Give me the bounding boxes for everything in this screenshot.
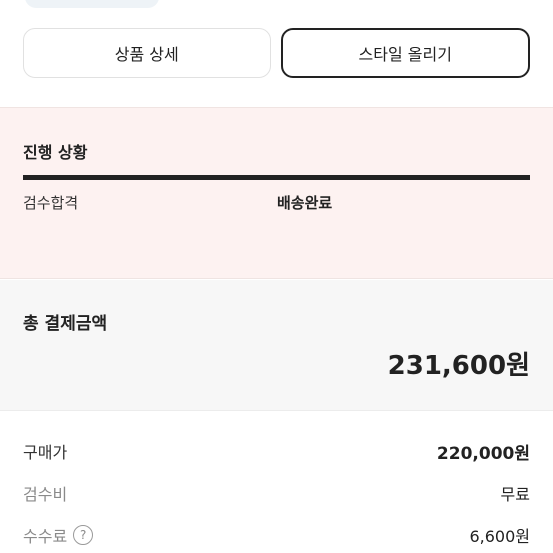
step-delivered: 배송완료	[277, 194, 333, 212]
step-inspection-passed: 검수합격	[23, 194, 79, 212]
purchase-price-row: 구매가 220,000원	[23, 439, 530, 464]
section-divider	[0, 410, 553, 411]
total-payment-value: 231,600원	[387, 351, 530, 381]
commission-value: 6,600원	[469, 527, 530, 546]
action-buttons: 상품 상세 스타일 올리기	[23, 28, 530, 78]
commission-label: 수수료	[23, 527, 68, 546]
progress-bar	[23, 175, 530, 180]
progress-section: 진행 상황 검수합격 배송완료	[0, 107, 553, 279]
inspection-fee-label: 검수비	[23, 485, 68, 504]
purchase-price-label: 구매가	[23, 443, 68, 462]
top-tab-fragment	[25, 0, 159, 8]
product-detail-button[interactable]: 상품 상세	[23, 28, 271, 78]
upload-style-button[interactable]: 스타일 올리기	[280, 28, 530, 78]
question-circle-icon[interactable]: ?	[73, 525, 94, 545]
purchase-price-value: 220,000원	[436, 443, 530, 464]
total-payment-label: 총 결제금액	[23, 314, 108, 334]
total-payment-section: 총 결제금액 231,600원	[0, 280, 553, 410]
commission-row: 수수료 ? 6,600원	[23, 523, 530, 547]
inspection-fee-value: 무료	[500, 485, 530, 504]
commission-label-wrap: 수수료 ?	[23, 523, 94, 547]
progress-title: 진행 상황	[23, 143, 88, 162]
inspection-fee-row: 검수비 무료	[23, 481, 530, 505]
